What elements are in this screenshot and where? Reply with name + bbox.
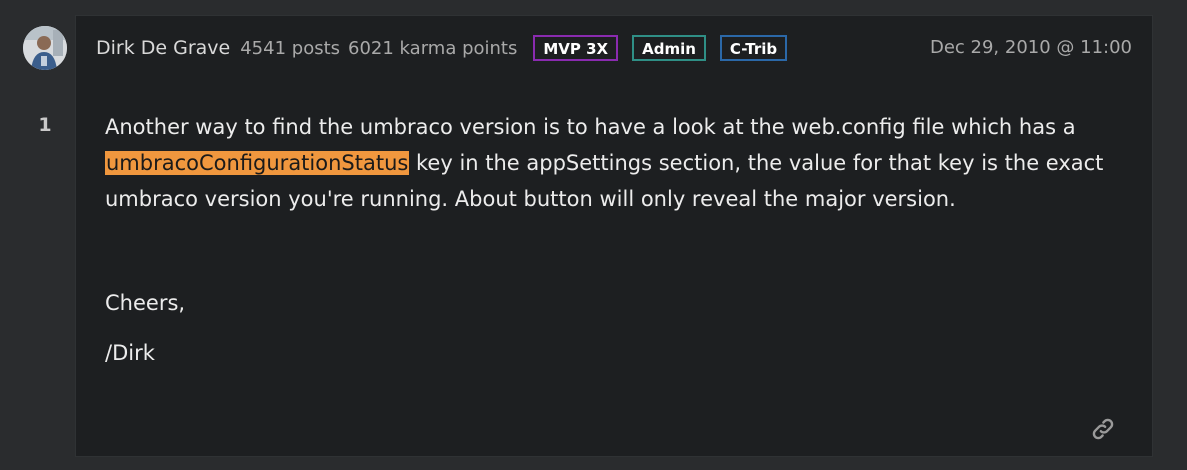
signature-line: /Dirk xyxy=(105,341,155,365)
badge-admin: Admin xyxy=(632,35,706,61)
cheers-line: Cheers, xyxy=(105,291,186,315)
badge-mvp: MVP 3X xyxy=(533,35,619,61)
post-card: Dirk De Grave 4541 posts 6021 karma poin… xyxy=(75,15,1153,457)
post-body: Another way to find the umbraco version … xyxy=(105,109,1115,371)
post-count: 4541 posts xyxy=(240,37,341,59)
post-meta: Dirk De Grave 4541 posts 6021 karma poin… xyxy=(96,33,788,63)
body-text-prefix: Another way to find the umbraco version … xyxy=(105,115,1076,139)
forum-post: 1 Dirk De Grave 4541 posts 6021 karma po… xyxy=(0,0,1187,470)
highlighted-key: umbracoConfigurationStatus xyxy=(105,151,410,175)
post-paragraph: Another way to find the umbraco version … xyxy=(105,109,1115,217)
author-name[interactable]: Dirk De Grave xyxy=(96,37,230,59)
vote-count: 1 xyxy=(38,114,52,136)
post-date[interactable]: Dec 29, 2010 @ 11:00 xyxy=(930,33,1132,63)
avatar[interactable] xyxy=(23,26,67,70)
badge-c-trib: C-Trib xyxy=(719,35,788,61)
link-icon[interactable] xyxy=(1090,416,1116,442)
karma-points: 6021 karma points xyxy=(348,37,518,59)
